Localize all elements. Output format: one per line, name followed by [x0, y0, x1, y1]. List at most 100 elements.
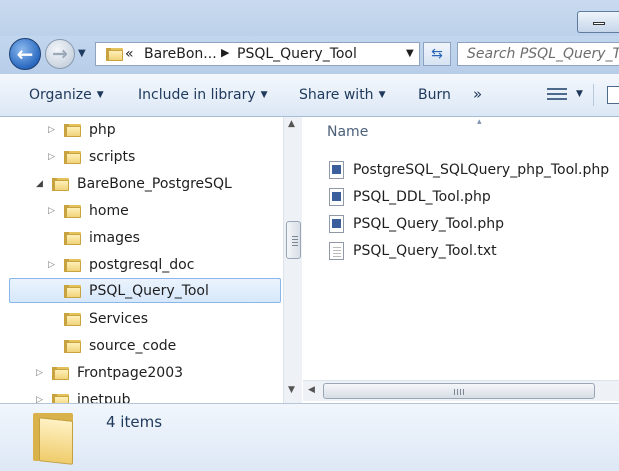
php-file-icon	[329, 215, 344, 233]
address-row: ← → ▼ « BareBon... ▶ PSQL_Query_Tool ▼ ⇆	[0, 36, 619, 74]
share-with-label: Share with	[299, 87, 374, 103]
organize-button[interactable]: Organize ▼	[29, 87, 104, 103]
folder-icon	[64, 150, 81, 164]
title-bar	[0, 0, 619, 36]
chevron-down-icon: ▼	[378, 90, 386, 100]
share-with-button[interactable]: Share with ▼	[299, 87, 385, 103]
navigation-pane-scrollbar[interactable]: ▲ ▼	[283, 117, 302, 403]
folder-icon	[52, 393, 69, 403]
expand-icon[interactable]: ▷	[48, 152, 60, 162]
folder-icon	[64, 339, 81, 353]
tree-item-label: source_code	[89, 337, 177, 354]
address-dropdown-icon[interactable]: ▼	[406, 48, 414, 59]
folder-icon	[64, 123, 81, 137]
preview-pane-icon[interactable]	[607, 86, 619, 104]
file-list-pane: ▴ Name PostgreSQL_SQLQuery_php_Tool.php …	[303, 117, 619, 403]
file-name: PSQL_Query_Tool.php	[353, 216, 504, 232]
tree-item-label: Services	[89, 310, 149, 327]
scrollbar-thumb[interactable]	[286, 221, 301, 259]
tree-item-label: BareBone_PostgreSQL	[77, 175, 232, 192]
include-in-library-label: Include in library	[138, 87, 256, 103]
back-arrow-icon: ←	[16, 42, 34, 66]
file-item[interactable]: PSQL_DDL_Tool.php	[329, 185, 491, 209]
navigation-pane: ▷ php ▷ scripts ◢ BareBone_PostgreSQL ▷ …	[0, 117, 302, 403]
file-list-horizontal-scrollbar[interactable]: ◀	[303, 380, 619, 401]
tree-item-label: postgresql_doc	[89, 256, 195, 273]
folder-icon	[64, 258, 81, 272]
folder-icon	[106, 47, 123, 61]
scroll-up-icon[interactable]: ▲	[288, 119, 295, 129]
php-file-icon	[329, 188, 344, 206]
text-file-icon	[329, 242, 344, 260]
change-view-icon[interactable]	[547, 87, 567, 103]
chevron-down-icon: ▼	[260, 90, 268, 100]
scroll-left-icon[interactable]: ◀	[308, 385, 315, 395]
tree-item-home[interactable]: ▷ home	[48, 198, 129, 223]
file-item[interactable]: PSQL_Query_Tool.php	[329, 212, 504, 236]
folder-icon	[64, 231, 81, 245]
refresh-icon: ⇆	[431, 46, 443, 62]
tree-item-services[interactable]: Services	[48, 306, 148, 331]
tree-item-images[interactable]: images	[48, 225, 140, 250]
tree-item-frontpage2003[interactable]: ▷ Frontpage2003	[36, 360, 183, 385]
chevron-down-icon: ▼	[96, 90, 104, 100]
tree-item-psql-query-tool[interactable]: PSQL_Query_Tool	[9, 278, 281, 303]
file-item[interactable]: PSQL_Query_Tool.txt	[329, 239, 497, 263]
organize-label: Organize	[29, 87, 92, 103]
folder-icon	[64, 312, 81, 326]
file-name: PSQL_DDL_Tool.php	[353, 189, 491, 205]
tree-item-barebone-postgresql[interactable]: ◢ BareBone_PostgreSQL	[36, 171, 232, 196]
tree-item-php[interactable]: ▷ php	[48, 117, 116, 142]
column-header-name[interactable]: Name	[327, 124, 368, 140]
folder-icon	[52, 177, 69, 191]
tree-item-label: Frontpage2003	[77, 364, 184, 381]
file-item[interactable]: PostgreSQL_SQLQuery_php_Tool.php	[329, 158, 609, 182]
php-file-icon	[329, 161, 344, 179]
address-bar[interactable]: « BareBon... ▶ PSQL_Query_Tool ▼	[95, 42, 420, 66]
sort-ascending-icon: ▴	[477, 117, 482, 127]
breadcrumb-barebone[interactable]: BareBon...	[144, 46, 217, 62]
burn-button[interactable]: Burn	[418, 87, 451, 103]
minimize-button[interactable]	[577, 11, 619, 33]
expand-icon[interactable]: ▷	[48, 125, 60, 135]
tree-item-source-code[interactable]: source_code	[48, 333, 176, 358]
file-name: PostgreSQL_SQLQuery_php_Tool.php	[353, 162, 610, 178]
tree-item-postgresql-doc[interactable]: ▷ postgresql_doc	[48, 252, 194, 277]
tree-item-label: scripts	[89, 148, 136, 165]
folder-icon	[64, 284, 81, 298]
folder-icon	[52, 366, 69, 380]
forward-arrow-icon: →	[52, 43, 68, 65]
command-bar: Organize ▼ Include in library ▼ Share with…	[0, 74, 619, 117]
view-options-dropdown-icon[interactable]: ▼	[576, 89, 583, 99]
collapse-icon[interactable]: ◢	[36, 179, 48, 189]
forward-button[interactable]: →	[45, 39, 75, 69]
tree-item-label: home	[89, 202, 129, 219]
scrollbar-thumb[interactable]	[323, 383, 595, 399]
breadcrumb-separator-icon[interactable]: ▶	[221, 46, 229, 59]
search-box[interactable]	[457, 42, 619, 66]
more-commands-button[interactable]: »	[473, 85, 482, 103]
scroll-down-icon[interactable]: ▼	[288, 385, 295, 395]
expand-icon[interactable]: ▷	[48, 260, 60, 270]
expand-icon[interactable]: ▷	[48, 206, 60, 216]
back-button[interactable]: ←	[9, 38, 41, 70]
search-input[interactable]	[458, 43, 619, 65]
item-count: 4 items	[106, 413, 163, 431]
tree-item-label: inetpub	[77, 391, 131, 404]
toolbar-divider	[593, 84, 594, 106]
folder-icon	[64, 204, 81, 218]
expand-icon[interactable]: ▷	[36, 395, 48, 404]
expand-icon[interactable]: ▷	[36, 368, 48, 378]
refresh-button[interactable]: ⇆	[423, 42, 451, 66]
tree-item-label: PSQL_Query_Tool	[89, 282, 209, 299]
tree-item-label: images	[89, 229, 140, 246]
tree-item-scripts[interactable]: ▷ scripts	[48, 144, 135, 169]
address-overflow-chevron[interactable]: «	[125, 46, 134, 62]
breadcrumb-psql-query-tool[interactable]: PSQL_Query_Tool	[237, 46, 357, 62]
recent-pages-dropdown-icon[interactable]: ▼	[78, 48, 86, 59]
include-in-library-button[interactable]: Include in library ▼	[138, 87, 268, 103]
file-name: PSQL_Query_Tool.txt	[353, 243, 497, 259]
tree-item-inetpub[interactable]: ▷ inetpub	[36, 387, 131, 403]
minimize-icon	[593, 22, 605, 25]
folder-icon	[33, 411, 75, 465]
